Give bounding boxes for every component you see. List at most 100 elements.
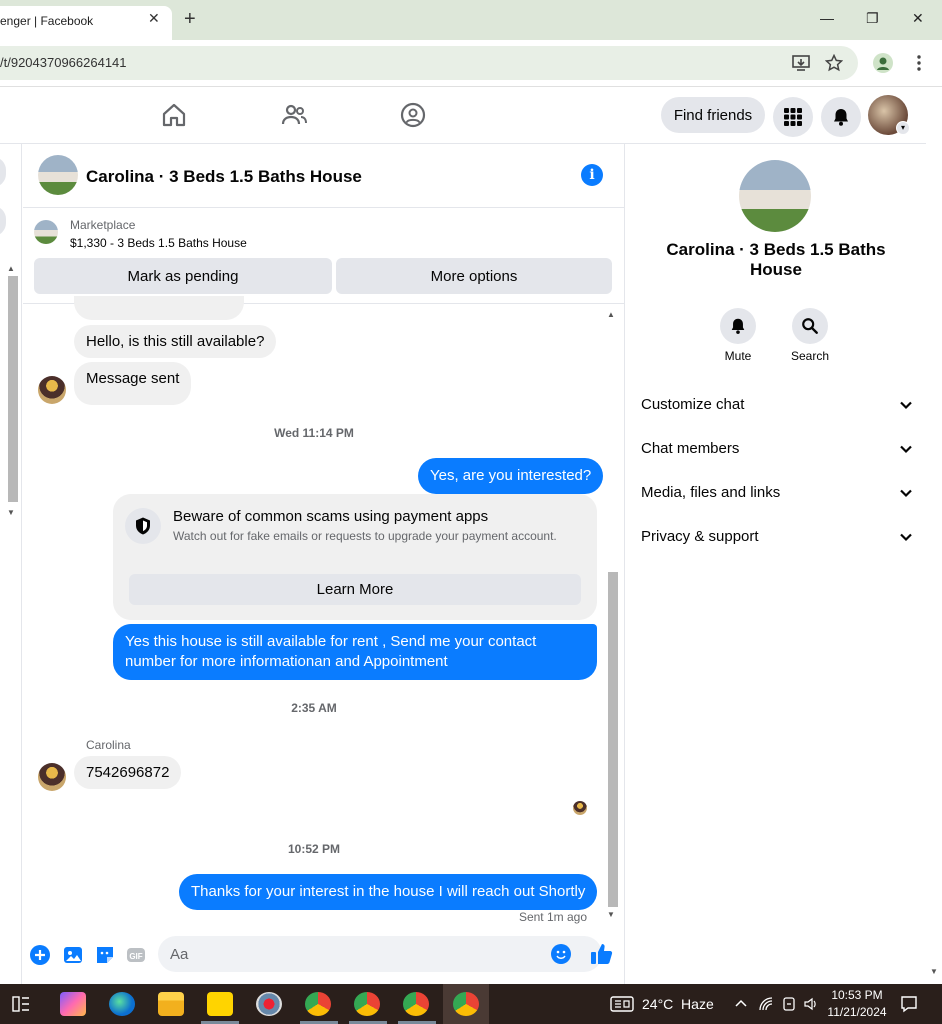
browser-tab-bar: enger | Facebook ✕ + — ❐ ✕	[0, 0, 942, 40]
chevron-down-icon	[900, 445, 912, 454]
add-plus-icon[interactable]	[29, 944, 51, 966]
message-bubble-out[interactable]: Yes, are you interested?	[418, 458, 604, 494]
mute-label: Mute	[724, 349, 752, 363]
chat-list-item-fragment[interactable]	[0, 206, 6, 236]
sticker-icon[interactable]	[94, 944, 116, 966]
network-icon[interactable]	[758, 996, 774, 1012]
info-panel-title: Carolina · 3 Beds 1.5 Baths House	[666, 240, 886, 279]
chat-list-edge: ▲ ▼	[0, 144, 22, 984]
message-bubble-out[interactable]: Thanks for your interest in the house I …	[179, 874, 598, 910]
browser-tab-facebook[interactable]: enger | Facebook ✕	[0, 6, 172, 40]
groups-icon[interactable]	[399, 101, 427, 129]
conversation-panel: Carolina · 3 Beds 1.5 Baths House i Mark…	[23, 144, 625, 984]
chat-list-scrollbar[interactable]: ▲ ▼	[6, 262, 20, 522]
privacy-support-section[interactable]: Privacy & support	[641, 520, 913, 556]
section-label: Media, files and links	[641, 484, 781, 501]
mark-as-pending-button[interactable]: Mark as pending	[34, 258, 332, 294]
chat-members-section[interactable]: Chat members	[641, 432, 913, 468]
listing-avatar[interactable]	[38, 155, 78, 195]
windows-taskbar: 24°C Haze 10:53 PM 11/21/2024	[0, 984, 942, 1024]
active-chrome-window[interactable]	[443, 984, 489, 1024]
page-scrollbar[interactable]: ▼	[926, 87, 942, 984]
notifications-button[interactable]	[821, 97, 861, 137]
gif-icon[interactable]: GIF	[125, 944, 147, 966]
chrome-profile-4-icon	[453, 992, 479, 1016]
chrome-profile-3-icon[interactable]	[403, 992, 429, 1016]
media-files-links-section[interactable]: Media, files and links	[641, 476, 913, 512]
message-timestamp: 10:52 PM	[287, 842, 341, 856]
browser-address-bar: /t/9204370966264141	[0, 40, 942, 87]
listing-thumbnail[interactable]	[34, 220, 58, 244]
search-icon	[802, 318, 818, 334]
chat-info-panel: Carolina · 3 Beds 1.5 Baths House Mute S…	[626, 144, 926, 984]
battery-icon[interactable]	[781, 996, 797, 1012]
mute-button[interactable]	[720, 308, 756, 344]
learn-more-button[interactable]: Learn More	[129, 574, 581, 605]
chat-list-item-fragment[interactable]	[0, 157, 6, 187]
sender-avatar[interactable]	[38, 763, 66, 791]
sender-avatar[interactable]	[38, 376, 66, 404]
sender-name: Carolina	[86, 738, 131, 752]
menu-grid-button[interactable]	[773, 97, 813, 137]
task-view-icon[interactable]	[12, 995, 30, 1013]
message-timestamp: 2:35 AM	[291, 701, 337, 715]
message-status: Sent 1m ago	[518, 910, 587, 924]
weather-text[interactable]: 24°C Haze	[642, 996, 714, 1012]
scam-warning-title: Beware of common scams using payment app…	[173, 508, 489, 525]
chevron-down-icon	[900, 489, 912, 498]
account-chevron-down-icon[interactable]: ▾	[896, 121, 910, 135]
install-app-icon[interactable]	[792, 54, 810, 72]
info-icon[interactable]: i	[581, 164, 603, 186]
home-icon[interactable]	[160, 101, 188, 129]
new-tab-button[interactable]: +	[184, 9, 196, 29]
marketplace-label: Marketplace	[70, 218, 136, 232]
find-friends-button[interactable]: Find friends	[661, 97, 765, 133]
photo-icon[interactable]	[62, 944, 84, 966]
chevron-down-icon	[900, 401, 912, 410]
read-receipt-avatar	[573, 801, 587, 815]
browser-profile-icon[interactable]	[873, 53, 893, 73]
message-bubble-out[interactable]: Yes this house is still available for re…	[113, 624, 597, 680]
window-close-button[interactable]: ✕	[912, 10, 924, 27]
notification-center-icon[interactable]	[900, 995, 918, 1013]
grid-icon	[784, 108, 802, 126]
message-input[interactable]	[158, 936, 602, 972]
chevron-down-icon	[900, 533, 912, 542]
copilot-icon[interactable]	[60, 992, 86, 1016]
conversation-header: Carolina · 3 Beds 1.5 Baths House i	[23, 144, 625, 208]
clock-time[interactable]: 10:53 PM	[824, 988, 890, 1002]
file-explorer-icon[interactable]	[158, 992, 184, 1016]
listing-profile-photo[interactable]	[739, 160, 811, 232]
window-minimize-button[interactable]: —	[820, 10, 834, 26]
volume-icon[interactable]	[803, 996, 819, 1012]
message-bubble-in[interactable]: Message sent	[74, 362, 192, 405]
window-restore-button[interactable]: ❐	[866, 10, 879, 27]
message-bubble-in[interactable]: 7542696872	[74, 756, 182, 789]
weather-widget-icon[interactable]	[610, 995, 634, 1013]
messages-scrollbar[interactable]: ▲ ▼	[606, 308, 620, 922]
chrome-profile-2-icon[interactable]	[354, 992, 380, 1016]
more-options-button[interactable]: More options	[336, 258, 612, 294]
tab-close-icon[interactable]: ✕	[148, 10, 160, 27]
edge-browser-icon[interactable]	[109, 992, 135, 1016]
customize-chat-section[interactable]: Customize chat	[641, 388, 913, 424]
message-bubble-in[interactable]: Hello, is this still available?	[74, 325, 277, 358]
emoji-icon[interactable]	[551, 944, 571, 964]
paint-app-icon[interactable]	[256, 992, 282, 1016]
search-button[interactable]	[792, 308, 828, 344]
thumbs-up-icon[interactable]	[589, 941, 615, 967]
chevron-up-icon[interactable]	[734, 997, 748, 1009]
scam-warning-card: Beware of common scams using payment app…	[113, 494, 597, 620]
clock-date[interactable]: 11/21/2024	[824, 1005, 890, 1019]
chrome-profile-1-icon[interactable]	[305, 992, 331, 1016]
sticky-notes-icon[interactable]	[207, 992, 233, 1016]
friends-icon[interactable]	[280, 101, 308, 129]
listing-price[interactable]: $1,330 - 3 Beds 1.5 Baths House	[70, 236, 247, 250]
browser-menu-icon[interactable]	[914, 54, 924, 72]
omnibox[interactable]: /t/9204370966264141	[0, 46, 858, 80]
bell-icon	[834, 109, 848, 126]
url-text: /t/9204370966264141	[0, 55, 127, 70]
search-label: Search	[790, 349, 830, 363]
bookmark-star-icon[interactable]	[825, 54, 843, 72]
conversation-title[interactable]: Carolina · 3 Beds 1.5 Baths House	[86, 167, 362, 187]
